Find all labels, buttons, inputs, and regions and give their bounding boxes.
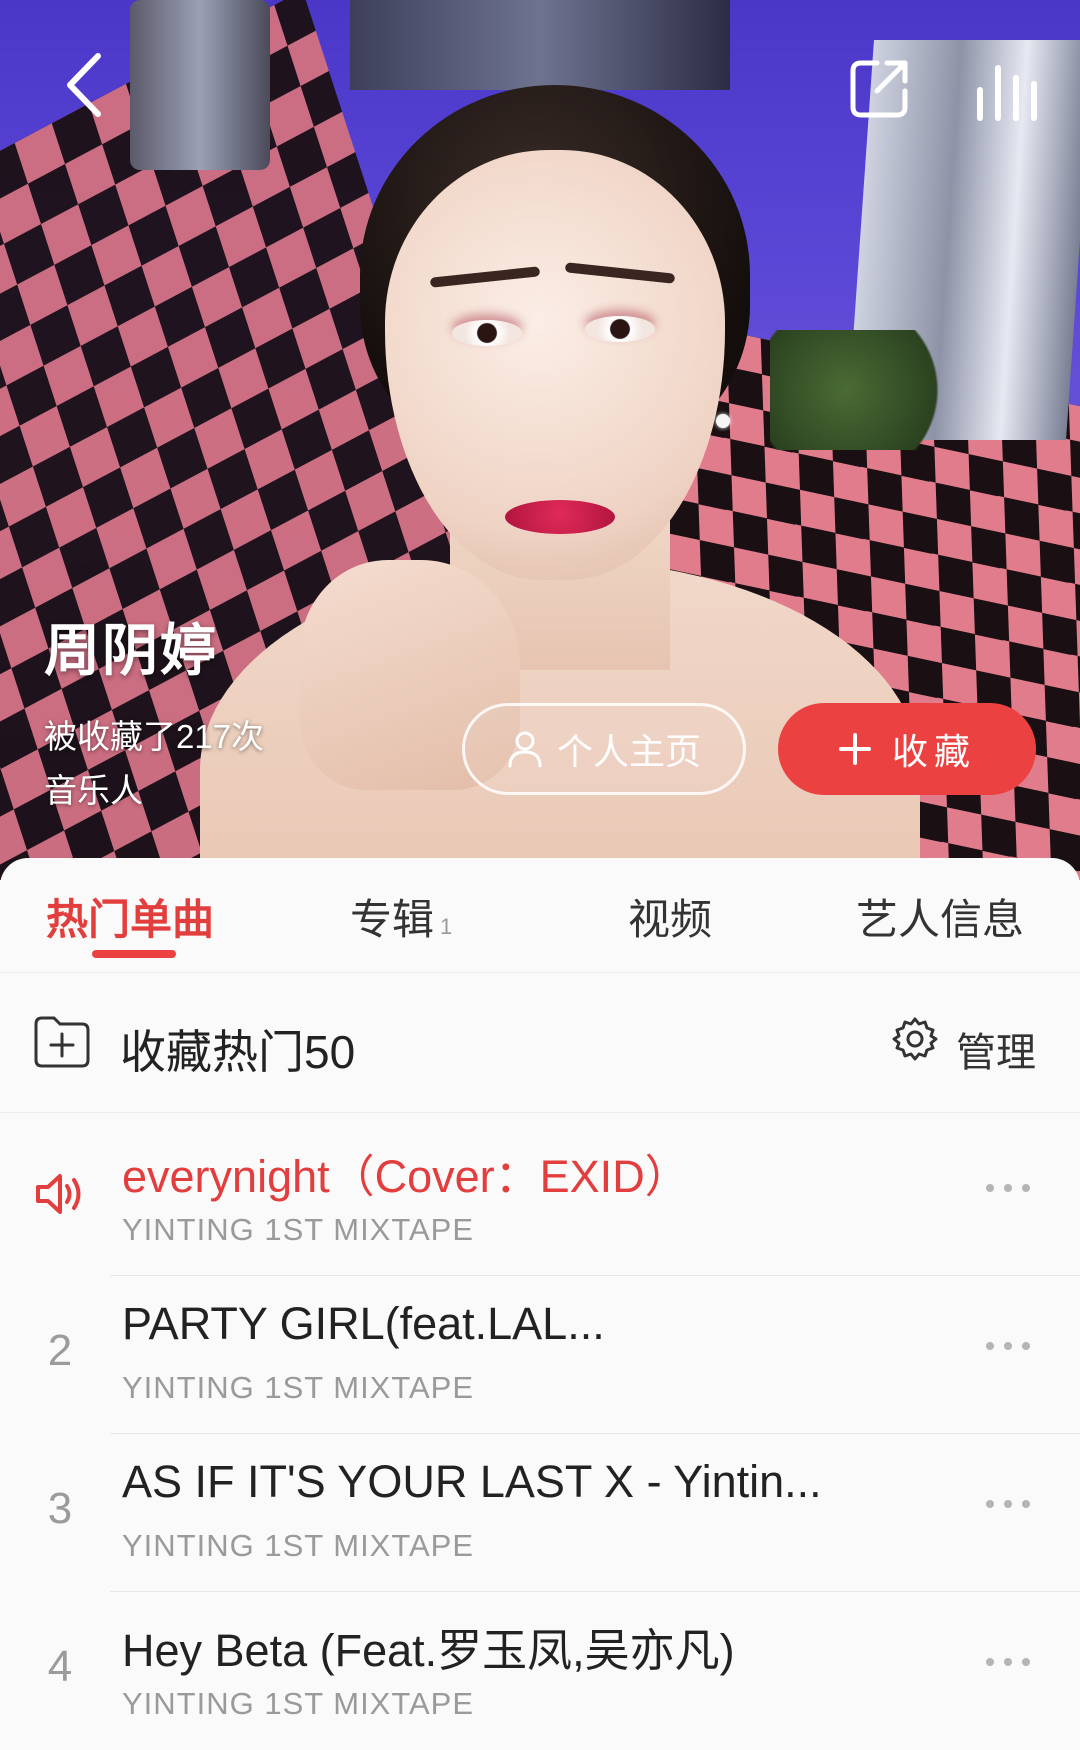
- hero-background-bush: [770, 330, 960, 450]
- song-title: everynight（Cover：EXID）: [122, 1151, 690, 1202]
- more-dots-icon[interactable]: [986, 1342, 1030, 1350]
- song-title: Hey Beta (Feat.罗玉凤,吴亦凡): [122, 1625, 735, 1676]
- share-button[interactable]: [840, 48, 920, 128]
- manage-label[interactable]: 管理: [956, 1020, 1036, 1078]
- chevron-left-icon: [67, 53, 101, 117]
- song-row[interactable]: everynight（Cover：EXID） YINTING 1ST MIXTA…: [0, 1118, 1080, 1276]
- add-folder-icon: [34, 1016, 90, 1068]
- tab-label: 热门单曲: [46, 896, 215, 943]
- tab-artist-info[interactable]: 艺人信息: [856, 886, 1024, 947]
- favorited-count: 被收藏了217次: [44, 718, 265, 755]
- portrait-eye: [585, 316, 655, 342]
- tab-bar: 热门单曲 专辑 1 视频 艺人信息: [0, 858, 1080, 973]
- profile-button[interactable]: 个人主页: [462, 703, 746, 795]
- user-icon: [508, 731, 542, 768]
- now-playing-button[interactable]: [968, 56, 1050, 126]
- song-row[interactable]: 2 PARTY GIRL(feat.LAL... YINTING 1ST MIX…: [0, 1276, 1080, 1434]
- content-sheet: 热门单曲 专辑 1 视频 艺人信息 收藏热门50 管理 everynight（C…: [0, 858, 1080, 1738]
- song-title: AS IF IT'S YOUR LAST X - Yintin...: [122, 1456, 822, 1507]
- back-button[interactable]: [40, 40, 130, 130]
- song-album: YINTING 1ST MIXTAPE: [122, 1686, 475, 1721]
- hero-background-building: [350, 0, 730, 90]
- portrait-earring: [716, 414, 730, 428]
- collect-hot-button[interactable]: [32, 1014, 92, 1075]
- song-album: YINTING 1ST MIXTAPE: [122, 1370, 475, 1405]
- artist-hero: 周阴婷 被收藏了217次 音乐人 个人主页 收藏: [0, 0, 1080, 880]
- tab-count-badge: 1: [440, 914, 453, 939]
- artist-name: 周阴婷: [44, 619, 218, 682]
- share-icon: [850, 60, 908, 118]
- gear-icon: [892, 1017, 938, 1061]
- collect-hot-row: 收藏热门50 管理: [0, 972, 1080, 1113]
- speaker-icon: [36, 1174, 81, 1214]
- profile-button-label: 个人主页: [556, 731, 701, 772]
- song-album: YINTING 1ST MIXTAPE: [122, 1212, 475, 1247]
- more-dots-icon[interactable]: [986, 1658, 1030, 1666]
- now-playing-indicator: [34, 1170, 86, 1223]
- plus-icon: [838, 733, 871, 765]
- tab-label: 专辑: [350, 896, 435, 943]
- song-title: PARTY GIRL(feat.LAL...: [122, 1298, 605, 1349]
- active-tab-indicator: [92, 950, 176, 958]
- song-album: YINTING 1ST MIXTAPE: [122, 1528, 475, 1563]
- manage-button[interactable]: [892, 1016, 938, 1067]
- more-dots-icon[interactable]: [986, 1184, 1030, 1192]
- song-row[interactable]: 4 Hey Beta (Feat.罗玉凤,吴亦凡) YINTING 1ST MI…: [0, 1592, 1080, 1750]
- tab-albums[interactable]: 专辑 1: [350, 886, 452, 947]
- collect-artist-button[interactable]: 收藏: [778, 703, 1036, 795]
- tab-videos[interactable]: 视频: [628, 886, 712, 947]
- artist-type: 音乐人: [44, 772, 143, 809]
- song-rank: 4: [47, 1642, 73, 1691]
- collect-hot-label[interactable]: 收藏热门50: [120, 1016, 355, 1082]
- equalizer-bars-icon: [977, 65, 1037, 121]
- song-rank: 2: [47, 1326, 73, 1375]
- song-rank: 3: [47, 1484, 73, 1533]
- song-row[interactable]: 3 AS IF IT'S YOUR LAST X - Yintin... YIN…: [0, 1434, 1080, 1592]
- tab-label: 视频: [628, 896, 713, 943]
- portrait-lips: [505, 500, 615, 534]
- collect-button-label: 收藏: [891, 731, 976, 772]
- more-dots-icon[interactable]: [986, 1500, 1030, 1508]
- hero-background-tower: [130, 0, 270, 170]
- tab-label: 艺人信息: [856, 896, 1025, 943]
- tab-hot-songs[interactable]: 热门单曲: [46, 886, 214, 947]
- portrait-eye: [452, 320, 522, 346]
